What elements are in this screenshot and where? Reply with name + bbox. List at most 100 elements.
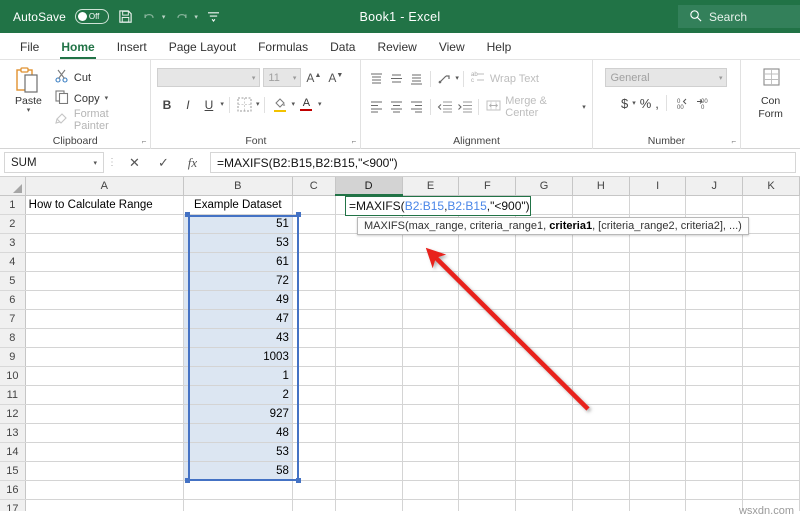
cell-e12[interactable] — [402, 404, 460, 424]
cell-f3[interactable] — [458, 233, 517, 253]
cell-a12[interactable] — [25, 404, 184, 424]
cell-d17[interactable] — [335, 499, 403, 511]
cell-j15[interactable] — [685, 461, 744, 481]
undo-dropdown-icon[interactable]: ▾ — [162, 13, 166, 21]
cell-i6[interactable] — [629, 290, 687, 310]
cell-j16[interactable] — [685, 480, 744, 500]
cell-e9[interactable] — [402, 347, 460, 367]
cell-g3[interactable] — [515, 233, 573, 253]
name-box-dropdown-icon[interactable]: ▾ — [93, 159, 97, 167]
cell-h11[interactable] — [572, 385, 630, 405]
cell-e17[interactable] — [402, 499, 460, 511]
cell-a2[interactable] — [25, 214, 184, 234]
cell-k2[interactable] — [742, 214, 800, 234]
cell-a7[interactable] — [25, 309, 184, 329]
cell-d16[interactable] — [335, 480, 403, 500]
column-header-k[interactable]: K — [742, 177, 800, 196]
cell-e15[interactable] — [402, 461, 460, 481]
cell-k16[interactable] — [742, 480, 800, 500]
cell-d14[interactable] — [335, 442, 403, 462]
cell-d12[interactable] — [335, 404, 403, 424]
cell-d9[interactable] — [335, 347, 403, 367]
cell-b4[interactable]: 61 — [183, 252, 293, 272]
selection-handle-bottom-left[interactable] — [185, 478, 190, 483]
row-header-9[interactable]: 9 — [0, 347, 26, 367]
cell-i8[interactable] — [629, 328, 687, 348]
cell-g12[interactable] — [515, 404, 573, 424]
cell-h16[interactable] — [572, 480, 630, 500]
cell-b9[interactable]: 1003 — [183, 347, 293, 367]
cell-k7[interactable] — [742, 309, 800, 329]
cell-e8[interactable] — [402, 328, 460, 348]
cell-e3[interactable] — [402, 233, 460, 253]
cell-b1[interactable]: Example Dataset — [183, 195, 293, 215]
cut-button[interactable]: Cut — [55, 69, 145, 86]
cell-k3[interactable] — [742, 233, 800, 253]
font-color-icon[interactable]: A — [297, 95, 316, 114]
insert-function-icon[interactable]: fx — [178, 152, 207, 174]
font-size-input[interactable]: 11 ▾ — [263, 68, 302, 87]
cell-c5[interactable] — [292, 271, 336, 291]
selection-handle-bottom-right[interactable] — [296, 478, 301, 483]
undo-icon[interactable] — [142, 10, 157, 24]
comma-style-button[interactable]: , — [655, 96, 659, 111]
cell-h7[interactable] — [572, 309, 630, 329]
column-header-i[interactable]: I — [629, 177, 687, 196]
row-header-15[interactable]: 15 — [0, 461, 26, 481]
cell-g16[interactable] — [515, 480, 573, 500]
cell-h5[interactable] — [572, 271, 630, 291]
cell-j17[interactable] — [685, 499, 744, 511]
tab-insert[interactable]: Insert — [106, 38, 158, 59]
cell-k12[interactable] — [742, 404, 800, 424]
cell-h6[interactable] — [572, 290, 630, 310]
cell-f12[interactable] — [458, 404, 517, 424]
cell-i16[interactable] — [629, 480, 687, 500]
row-header-13[interactable]: 13 — [0, 423, 26, 443]
cell-a6[interactable] — [25, 290, 184, 310]
tab-formulas[interactable]: Formulas — [247, 38, 319, 59]
number-format-select[interactable]: General ▾ — [605, 68, 728, 87]
cell-j3[interactable] — [685, 233, 744, 253]
cell-c12[interactable] — [292, 404, 336, 424]
italic-button[interactable]: I — [178, 95, 197, 114]
cell-a17[interactable] — [25, 499, 184, 511]
increase-decimal-icon[interactable]: 0 00 — [674, 96, 691, 111]
cell-j5[interactable] — [685, 271, 744, 291]
column-header-g[interactable]: G — [515, 177, 573, 196]
copy-dropdown-icon[interactable]: ▾ — [105, 95, 109, 102]
cell-j10[interactable] — [685, 366, 744, 386]
cell-k13[interactable] — [742, 423, 800, 443]
tab-file[interactable]: File — [9, 38, 50, 59]
tab-review[interactable]: Review — [366, 38, 427, 59]
orientation-dropdown-icon[interactable]: ▾ — [455, 75, 459, 82]
cell-d5[interactable] — [335, 271, 403, 291]
cancel-icon[interactable]: ✕ — [120, 152, 149, 174]
cell-f15[interactable] — [458, 461, 517, 481]
cell-f8[interactable] — [458, 328, 517, 348]
tab-view[interactable]: View — [428, 38, 476, 59]
search-input[interactable]: Search — [678, 5, 800, 28]
cell-g11[interactable] — [515, 385, 573, 405]
cell-i9[interactable] — [629, 347, 687, 367]
cell-e10[interactable] — [402, 366, 460, 386]
cell-k15[interactable] — [742, 461, 800, 481]
clipboard-dialog-launcher-icon[interactable]: ⌐ — [142, 137, 147, 146]
decrease-indent-icon[interactable] — [435, 98, 454, 117]
select-all-corner[interactable] — [0, 177, 26, 196]
cell-d10[interactable] — [335, 366, 403, 386]
row-header-10[interactable]: 10 — [0, 366, 26, 386]
format-painter-button[interactable]: Format Painter — [55, 108, 145, 132]
row-header-12[interactable]: 12 — [0, 404, 26, 424]
cell-g17[interactable] — [515, 499, 573, 511]
cell-b6[interactable]: 49 — [183, 290, 293, 310]
row-header-1[interactable]: 1 — [0, 195, 26, 215]
decrease-font-size-button[interactable]: A▼ — [326, 71, 345, 85]
column-header-a[interactable]: A — [25, 177, 184, 196]
cell-f10[interactable] — [458, 366, 517, 386]
selection-handle-top-left[interactable] — [185, 212, 190, 217]
row-header-6[interactable]: 6 — [0, 290, 26, 310]
cell-k10[interactable] — [742, 366, 800, 386]
cell-j9[interactable] — [685, 347, 744, 367]
cell-c14[interactable] — [292, 442, 336, 462]
increase-font-size-button[interactable]: A▲ — [304, 71, 323, 85]
